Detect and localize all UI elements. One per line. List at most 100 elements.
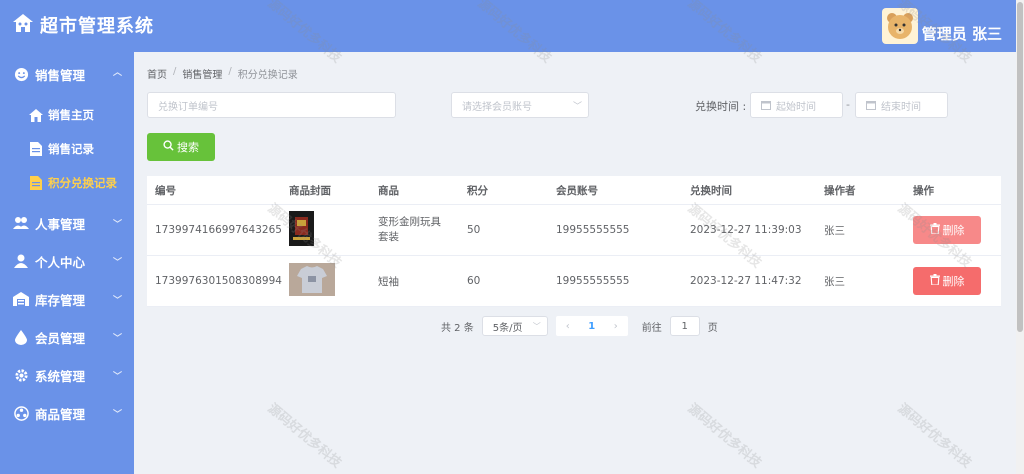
user-icon: [12, 254, 30, 268]
end-time-picker[interactable]: 结束时间: [855, 92, 948, 118]
member-select-placeholder: 请选择会员账号: [462, 101, 532, 113]
exchange-time: 2023-12-27 11:39:03: [690, 224, 802, 236]
column-header: 会员账号: [556, 184, 598, 197]
exchange-time-label: 兑换时间 :: [695, 100, 747, 113]
main-content: 首页 / 销售管理 / 积分兑换记录 兑换订单编号 请选择会员账号 ﹀ 兑换时间…: [134, 52, 1016, 474]
sidebar-item-goods[interactable]: 商品管理 ﹀: [0, 394, 134, 432]
home-icon: [12, 13, 34, 37]
search-button[interactable]: 搜索: [147, 133, 215, 161]
app-title: 超市管理系统: [40, 16, 154, 37]
record-id: 1739974166997643265: [155, 224, 282, 236]
column-header: 商品封面: [289, 184, 331, 197]
sidebar-item-label: 积分兑换记录: [48, 176, 117, 190]
chevron-down-icon: ﹀: [572, 101, 582, 112]
goods-name: 短袖: [378, 275, 399, 288]
warehouse-icon: [12, 292, 30, 306]
prev-page-icon[interactable]: ‹: [556, 321, 580, 332]
breadcrumb-home[interactable]: 首页: [147, 66, 167, 81]
column-header: 积分: [467, 184, 488, 197]
chevron-down-icon: ﹀: [112, 220, 122, 230]
avatar[interactable]: [881, 8, 918, 44]
goods-cover-image: [281, 263, 370, 299]
sidebar-item-members[interactable]: 会员管理 ﹀: [0, 318, 134, 356]
goods-name-text: 变形金刚玩具套装: [378, 216, 441, 243]
sidebar-item-label: 个人中心: [35, 254, 86, 270]
page-number-current[interactable]: 1: [580, 321, 604, 332]
user-name[interactable]: 管理员 张三: [922, 23, 1002, 44]
goods-name: 变形金刚玩具套装: [370, 215, 459, 245]
breadcrumb-sales[interactable]: 销售管理: [182, 66, 222, 81]
users-icon: [12, 216, 30, 230]
pagination-total: 共 2 条: [441, 322, 474, 334]
start-time-picker[interactable]: 起始时间: [750, 92, 843, 118]
sidebar-item-label: 人事管理: [35, 216, 86, 232]
member-account: 19955555555: [556, 224, 630, 236]
sidebar-item-label: 系统管理: [35, 368, 86, 384]
goto-page-input[interactable]: 1: [669, 316, 700, 336]
search-button-label: 搜索: [177, 141, 199, 154]
table-row: 1739976301508308994 短袖 60 19955555555 20…: [147, 256, 1001, 307]
trash-icon: [929, 274, 940, 288]
goods-cover-image: [281, 211, 370, 249]
sidebar-subitem-sales-records[interactable]: 销售记录: [0, 132, 134, 166]
chevron-down-icon: ﹀: [532, 321, 541, 331]
breadcrumb-separator: /: [173, 66, 177, 77]
record-id: 1739976301508308994: [155, 275, 282, 287]
breadcrumb-current: 积分兑换记录: [237, 70, 298, 81]
breadcrumb: 首页 / 销售管理 / 积分兑换记录: [147, 66, 298, 81]
sidebar-subitem-points-exchange[interactable]: 积分兑换记录: [0, 166, 134, 200]
page-scrollbar[interactable]: [1016, 0, 1024, 474]
box-icon: [12, 405, 30, 421]
smile-icon: [12, 67, 30, 82]
delete-button[interactable]: 删除: [913, 216, 981, 244]
calendar-icon: [761, 100, 771, 110]
chevron-up-icon: ︿: [112, 68, 122, 78]
exchange-time: 2023-12-27 11:47:32: [690, 275, 802, 287]
actions-cell: 删除: [905, 216, 1001, 244]
page-navigator: ‹ 1 ›: [555, 316, 628, 336]
sidebar-item-label: 商品管理: [35, 406, 86, 422]
page-size-select[interactable]: 5条/页 ﹀: [481, 316, 548, 336]
sidebar-item-inventory[interactable]: 库存管理 ﹀: [0, 280, 134, 318]
column-header: 兑换时间: [690, 184, 732, 197]
trash-icon: [929, 223, 940, 237]
column-header: 商品: [378, 184, 399, 197]
table-header: 编号 商品封面 商品 积分 会员账号 兑换时间 操作者 操作: [147, 176, 1001, 205]
sidebar-item-personnel[interactable]: 人事管理 ﹀: [0, 204, 134, 242]
column-header: 操作: [913, 184, 934, 197]
scrollbar-thumb[interactable]: [1017, 2, 1023, 332]
exchange-records-table: 编号 商品封面 商品 积分 会员账号 兑换时间 操作者 操作 173997416…: [147, 176, 1001, 307]
order-number-input[interactable]: 兑换订单编号: [147, 92, 396, 118]
sidebar: 销售管理 ︿ 销售主页 销售记录 积分兑换记录 人事管理 ﹀ 个人中心 ﹀ 库存…: [0, 52, 134, 474]
sidebar-item-profile[interactable]: 个人中心 ﹀: [0, 242, 134, 280]
delete-button-label: 删除: [942, 224, 965, 237]
delete-button[interactable]: 删除: [913, 267, 981, 295]
chevron-down-icon: ﹀: [112, 334, 122, 344]
calendar-icon: [866, 100, 876, 110]
sidebar-item-label: 库存管理: [35, 292, 86, 308]
points: 60: [467, 275, 481, 287]
goto-suffix: 页: [707, 322, 718, 334]
actions-cell: 删除: [905, 267, 1001, 295]
goto-prefix: 前往: [641, 322, 662, 334]
order-number-placeholder: 兑换订单编号: [158, 101, 218, 113]
page-size-value: 5条/页: [492, 322, 523, 334]
sidebar-subitem-sales-home[interactable]: 销售主页: [0, 98, 134, 132]
top-header: 超市管理系统 管理员 张三: [0, 0, 1016, 52]
sidebar-item-label: 销售管理: [35, 67, 86, 83]
member-select[interactable]: 请选择会员账号 ﹀: [451, 92, 589, 118]
delete-button-label: 删除: [942, 275, 965, 288]
document-icon: [28, 142, 44, 156]
next-page-icon[interactable]: ›: [604, 321, 628, 332]
range-separator: -: [846, 98, 850, 111]
user-menu[interactable]: 管理员 张三: [881, 8, 1002, 44]
search-icon: [163, 140, 174, 154]
operator: 张三: [824, 224, 845, 237]
pagination: 共 2 条 5条/页 ﹀ ‹ 1 › 前往 1 页: [441, 316, 718, 336]
sidebar-item-system[interactable]: 系统管理 ﹀: [0, 356, 134, 394]
table-row: 1739974166997643265 变形金刚玩具套装 50 19955555…: [147, 205, 1001, 256]
chevron-down-icon: ﹀: [112, 258, 122, 268]
drop-icon: [12, 329, 30, 345]
sidebar-item-label: 销售主页: [48, 108, 94, 122]
sidebar-item-sales[interactable]: 销售管理 ︿: [0, 52, 134, 96]
